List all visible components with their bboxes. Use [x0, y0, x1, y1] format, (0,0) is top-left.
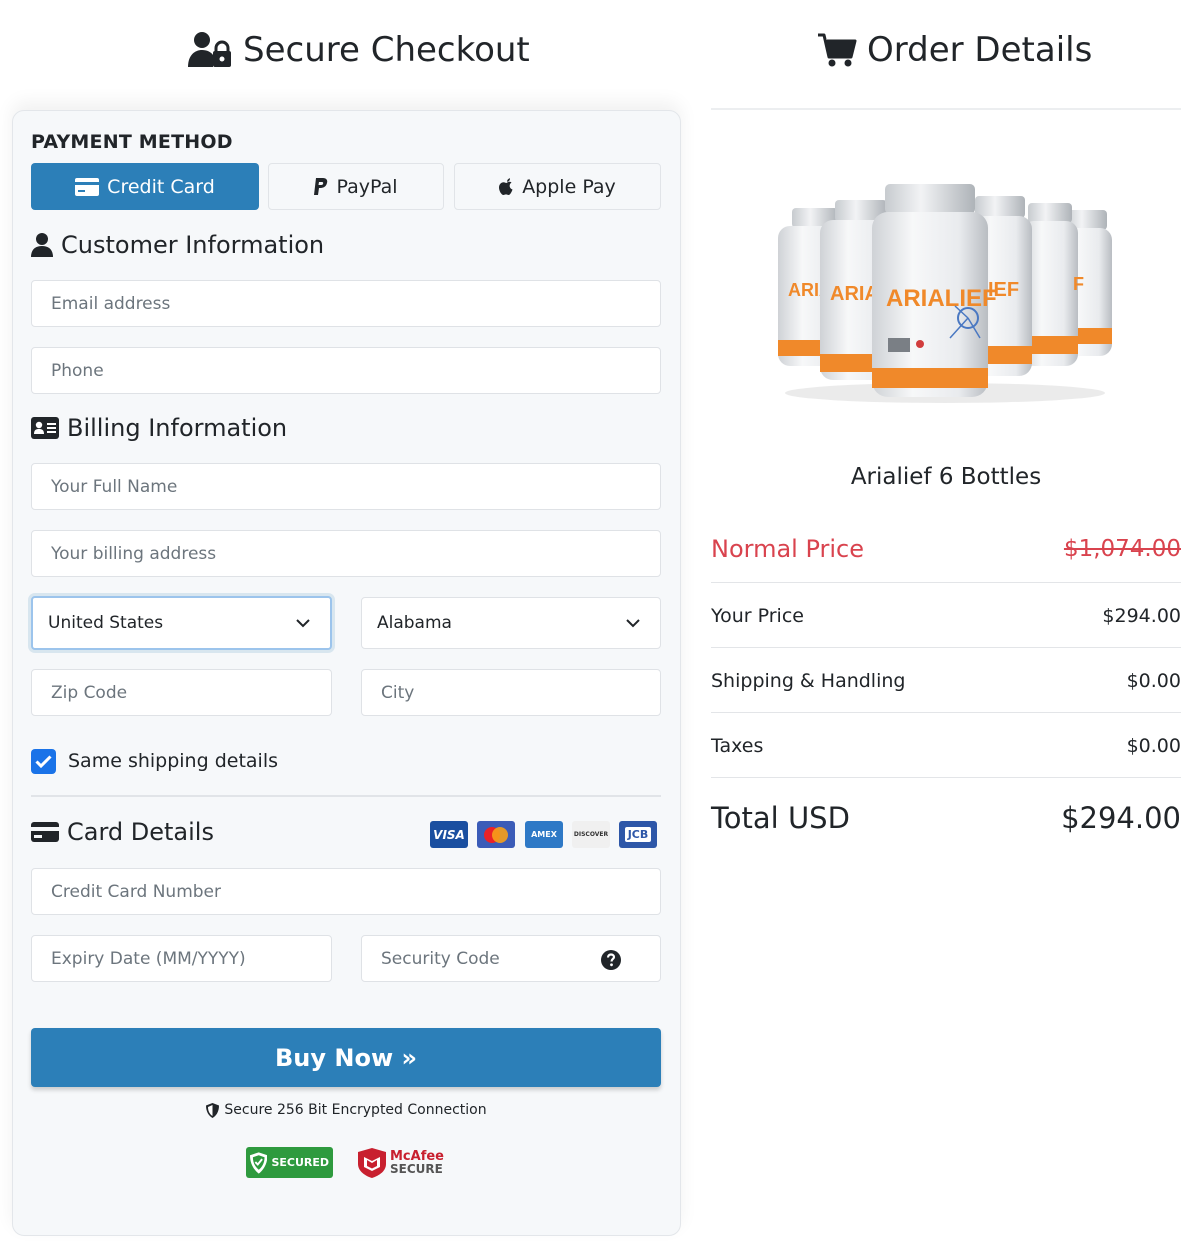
shopping-cart-icon: [818, 33, 857, 67]
payment-tab-label: PayPal: [336, 175, 398, 198]
same-shipping-checkbox[interactable]: [31, 749, 56, 774]
chevron-down-icon: [296, 618, 310, 627]
normal-price-label: Normal Price: [711, 535, 865, 563]
chevron-down-icon: [626, 618, 640, 627]
order-details-title: Order Details: [867, 30, 1093, 70]
trust-badge-text: SECURED: [271, 1156, 329, 1169]
taxes-row: Taxes $0.00: [711, 731, 1181, 761]
shipping-row: Shipping & Handling $0.00: [711, 666, 1181, 696]
card-details-title: Card Details: [31, 818, 214, 846]
product-label-text: ARIALIEF: [886, 285, 997, 312]
state-select[interactable]: Alabama: [361, 597, 661, 649]
total-value: $294.00: [1061, 801, 1181, 835]
discover-logo-icon: DISCOVER: [572, 821, 610, 848]
payment-method-label: PAYMENT METHOD: [31, 131, 233, 153]
mastercard-circles-icon: [484, 826, 508, 843]
order-details-heading: Order Details: [817, 30, 1092, 70]
taxes-value: $0.00: [1126, 735, 1181, 757]
state-select-value: Alabama: [377, 613, 452, 633]
section-title-text: Customer Information: [61, 231, 325, 259]
product-image: F IEF ARIAL ARIALI ARIALIEF: [778, 184, 1112, 403]
credit-card-icon: [75, 177, 100, 196]
shipping-label: Shipping & Handling: [711, 670, 906, 692]
shield-icon: [206, 1102, 220, 1118]
city-field[interactable]: [361, 669, 661, 716]
country-select[interactable]: United States: [31, 596, 332, 650]
card-logo-text: JCB: [624, 827, 652, 842]
total-row: Total USD $294.00: [711, 797, 1181, 839]
mcafee-text-block: McAfee SECURE: [390, 1150, 444, 1176]
billing-information-title: Billing Information: [31, 414, 287, 442]
trustguard-secured-badge: SECURED: [246, 1147, 333, 1178]
jcb-logo-icon: JCB: [619, 821, 657, 848]
payment-tab-label: Credit Card: [107, 175, 215, 198]
full-name-field[interactable]: [31, 463, 661, 510]
order-header-divider: [711, 108, 1181, 110]
country-select-value: United States: [48, 613, 164, 633]
section-divider: [31, 795, 661, 797]
buy-now-label: Buy Now »: [275, 1043, 417, 1072]
taxes-label: Taxes: [711, 735, 764, 757]
check-icon: [35, 755, 52, 768]
user-icon: [31, 233, 53, 257]
secure-connection-text: Secure 256 Bit Encrypted Connection: [224, 1102, 487, 1118]
payment-tab-paypal[interactable]: PayPal: [268, 163, 444, 210]
your-price-row: Your Price $294.00: [711, 601, 1181, 631]
payment-tab-label: Apple Pay: [522, 175, 616, 198]
mcafee-shield-icon: [358, 1147, 386, 1178]
your-price-label: Your Price: [711, 605, 804, 627]
visa-logo-icon: VISA: [430, 821, 468, 848]
row-divider: [711, 582, 1181, 583]
billing-address-field[interactable]: [31, 530, 661, 577]
credit-card-icon: [31, 822, 59, 842]
section-title-text: Billing Information: [67, 414, 288, 442]
customer-information-title: Customer Information: [31, 231, 324, 259]
card-logo-text: AMEX: [531, 830, 557, 839]
mcafee-secure-text: SECURE: [390, 1161, 443, 1176]
id-card-icon: [31, 417, 59, 439]
apple-icon: [499, 177, 513, 195]
credit-card-number-field[interactable]: [31, 868, 661, 915]
normal-price-row: Normal Price $1,074.00: [711, 532, 1181, 566]
zip-code-field[interactable]: [31, 669, 332, 716]
product-name: Arialief 6 Bottles: [850, 464, 1042, 490]
mcafee-secure-badge: McAfee SECURE: [358, 1146, 448, 1179]
card-logo-text: DISCOVER: [573, 831, 609, 838]
bottle-front: ARIALIEF: [872, 184, 997, 397]
page-title: Secure Checkout: [243, 30, 530, 70]
amex-logo-icon: AMEX: [525, 821, 563, 848]
secure-checkout-heading: Secure Checkout: [187, 30, 530, 70]
your-price-value: $294.00: [1102, 605, 1181, 627]
paypal-icon: [314, 177, 328, 195]
total-label: Total USD: [711, 801, 850, 835]
phone-field[interactable]: [31, 347, 661, 394]
buy-now-button[interactable]: Buy Now »: [31, 1028, 661, 1087]
card-logo-text: VISA: [433, 827, 465, 842]
payment-tab-apple-pay[interactable]: Apple Pay: [454, 163, 661, 210]
payment-tab-credit-card[interactable]: Credit Card: [31, 163, 259, 210]
normal-price-value: $1,074.00: [1063, 536, 1181, 562]
same-shipping-label[interactable]: Same shipping details: [68, 750, 278, 772]
row-divider: [711, 777, 1181, 778]
svg-text:F: F: [1073, 274, 1084, 294]
expiry-date-field[interactable]: [31, 935, 332, 982]
row-divider: [711, 647, 1181, 648]
section-title-text: Card Details: [67, 818, 214, 846]
secure-connection-note: Secure 256 Bit Encrypted Connection: [0, 1102, 693, 1118]
email-field[interactable]: [31, 280, 661, 327]
shield-check-icon: [250, 1151, 268, 1174]
mastercard-logo-icon: [477, 821, 515, 848]
shipping-value: $0.00: [1126, 670, 1181, 692]
mcafee-name: McAfee: [390, 1148, 444, 1164]
row-divider: [711, 712, 1181, 713]
question-circle-icon[interactable]: [601, 950, 621, 970]
user-lock-icon: [188, 32, 231, 67]
